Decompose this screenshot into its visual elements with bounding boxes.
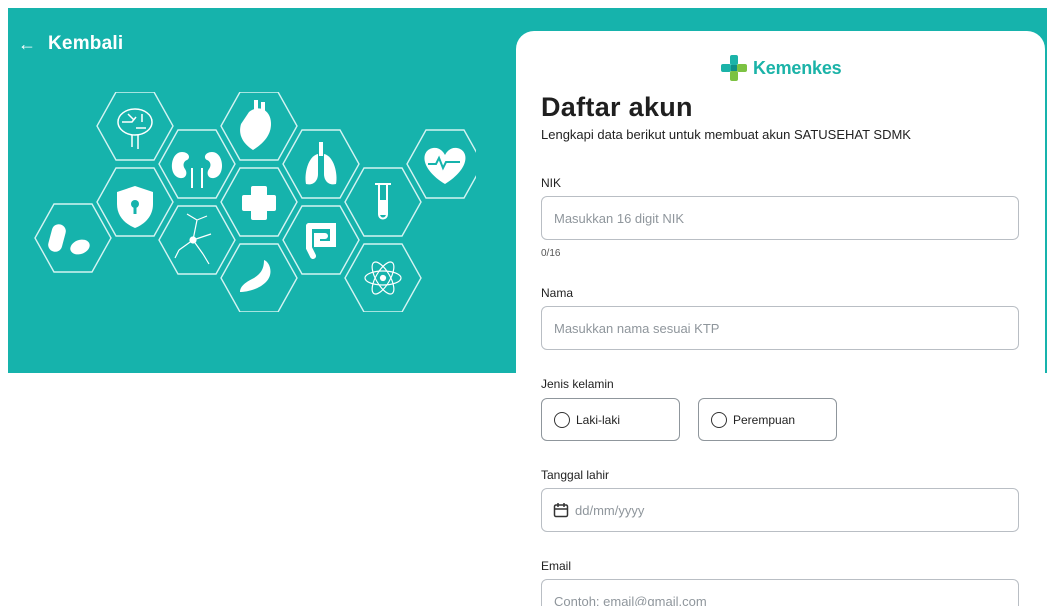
kemenkes-logo: Kemenkes (721, 55, 842, 81)
dob-input[interactable]: dd/mm/yyyy (541, 488, 1019, 532)
hex-kidney (158, 129, 236, 199)
intestine-icon (306, 223, 336, 259)
gender-option-label: Perempuan (733, 412, 796, 427)
neuron-icon (174, 213, 212, 265)
kidney-icon (171, 152, 223, 188)
test-tube-icon (375, 183, 391, 220)
gender-option-label: Laki-laki (576, 412, 621, 427)
kemenkes-logo-icon (721, 55, 747, 81)
logo-text: Kemenkes (753, 57, 842, 78)
nama-input[interactable] (541, 306, 1019, 350)
stomach-icon (240, 260, 271, 292)
radio-circle-icon[interactable] (711, 411, 727, 428)
radio-circle-icon[interactable] (554, 411, 570, 428)
hex-intestine (282, 205, 360, 275)
lungs-icon (305, 142, 337, 185)
page-subtitle: Lengkapi data berikut untuk membuat akun… (541, 127, 911, 142)
arrow-left-icon: ← (18, 34, 36, 54)
shield-lock-icon (117, 186, 153, 228)
medical-cross-icon (242, 186, 276, 220)
atom-icon (364, 261, 402, 295)
heart-organ-icon (240, 100, 271, 150)
hex-pills (34, 203, 112, 273)
gender-option-male[interactable]: Laki-laki (541, 398, 680, 441)
gender-option-female[interactable]: Perempuan (698, 398, 837, 441)
dob-placeholder: dd/mm/yyyy (575, 502, 645, 518)
hex-brain (96, 92, 174, 161)
email-input[interactable] (541, 579, 1019, 606)
health-hexagon-illustration (34, 92, 476, 312)
nik-input[interactable] (541, 196, 1019, 240)
page-title: Daftar akun (541, 92, 693, 122)
nama-label: Nama (541, 286, 574, 300)
gender-label: Jenis kelamin (541, 377, 614, 391)
nik-label: NIK (541, 176, 562, 190)
registration-card: Kemenkes Daftar akun Lengkapi data berik… (516, 31, 1045, 606)
back-button[interactable]: ← Kembali (18, 33, 123, 55)
nik-counter: 0/16 (541, 248, 561, 259)
page: ← Kembali Kemenkes Daftar akun Lengkapi … (0, 0, 1047, 606)
hex-lungs (282, 129, 360, 199)
dob-label: Tanggal lahir (541, 468, 610, 482)
pills-icon (48, 224, 90, 255)
hex-neuron (158, 205, 236, 275)
heartbeat-icon (424, 147, 466, 184)
back-label: Kembali (48, 33, 124, 54)
calendar-icon[interactable] (553, 502, 569, 518)
brain-icon (117, 108, 153, 149)
email-label: Email (541, 559, 572, 573)
